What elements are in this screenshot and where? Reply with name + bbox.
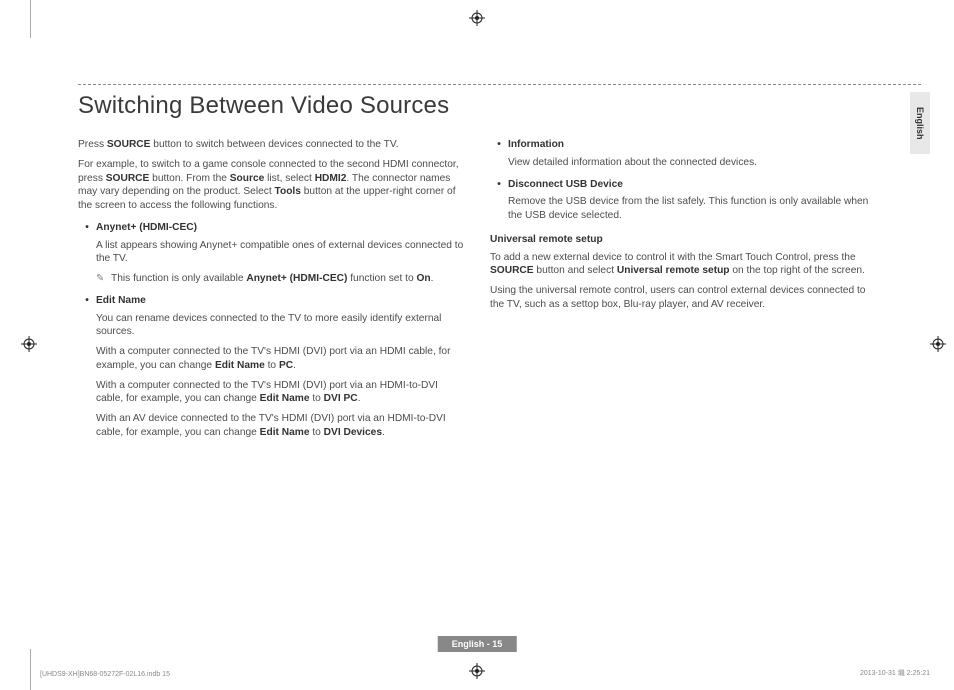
- registration-mark-icon: [21, 336, 37, 352]
- bullet-icon: •: [78, 221, 96, 235]
- editname-desc-2: With a computer connected to the TV's HD…: [96, 345, 464, 373]
- note-icon: ✎: [96, 272, 108, 286]
- subheading-universal-remote: Universal remote setup: [490, 233, 876, 247]
- bullet-anynet-note: ✎This function is only available Anynet+…: [96, 272, 464, 286]
- bullet-icon: •: [490, 178, 508, 192]
- content-columns: Press SOURCE button to switch between de…: [78, 138, 878, 446]
- bullet-anynet: • Anynet+ (HDMI-CEC): [78, 221, 464, 235]
- editname-desc-1: You can rename devices connected to the …: [96, 312, 464, 340]
- disconnect-usb-desc: Remove the USB device from the list safe…: [508, 195, 876, 223]
- registration-mark-icon: [469, 663, 485, 679]
- intro-para-1: Press SOURCE button to switch between de…: [78, 138, 464, 152]
- column-left: Press SOURCE button to switch between de…: [78, 138, 464, 446]
- universal-remote-para-1: To add a new external device to control …: [490, 251, 876, 279]
- crop-mark-bottom-left: [30, 649, 31, 690]
- editname-desc-3: With a computer connected to the TV's HD…: [96, 379, 464, 407]
- intro-para-2: For example, to switch to a game console…: [78, 158, 464, 213]
- page-title: Switching Between Video Sources: [78, 92, 449, 120]
- editname-desc-4: With an AV device connected to the TV's …: [96, 412, 464, 440]
- language-tab: English: [910, 92, 930, 154]
- footer-filename: [UHDS9-XH]BN68-05272F-02L16.indb 15: [40, 671, 170, 678]
- page-number-badge: English - 15: [438, 636, 517, 652]
- bullet-editname: • Edit Name: [78, 294, 464, 308]
- column-right: • Information View detailed information …: [490, 138, 876, 446]
- footer-timestamp: 2013-10-31 㙨 2:25:21: [860, 668, 930, 678]
- registration-mark-icon: [469, 10, 485, 26]
- registration-mark-icon: [930, 336, 946, 352]
- universal-remote-para-2: Using the universal remote control, user…: [490, 284, 876, 312]
- bullet-label: Edit Name: [96, 294, 146, 308]
- information-desc: View detailed information about the conn…: [508, 156, 876, 170]
- bullet-information: • Information: [490, 138, 876, 152]
- bullet-label: Information: [508, 138, 564, 152]
- bullet-disconnect-usb: • Disconnect USB Device: [490, 178, 876, 192]
- section-divider: [78, 84, 921, 85]
- bullet-label: Disconnect USB Device: [508, 178, 623, 192]
- bullet-icon: •: [78, 294, 96, 308]
- bullet-anynet-desc: A list appears showing Anynet+ compatibl…: [96, 239, 464, 267]
- bullet-label: Anynet+ (HDMI-CEC): [96, 221, 197, 235]
- crop-mark-top-left: [30, 0, 31, 38]
- bullet-icon: •: [490, 138, 508, 152]
